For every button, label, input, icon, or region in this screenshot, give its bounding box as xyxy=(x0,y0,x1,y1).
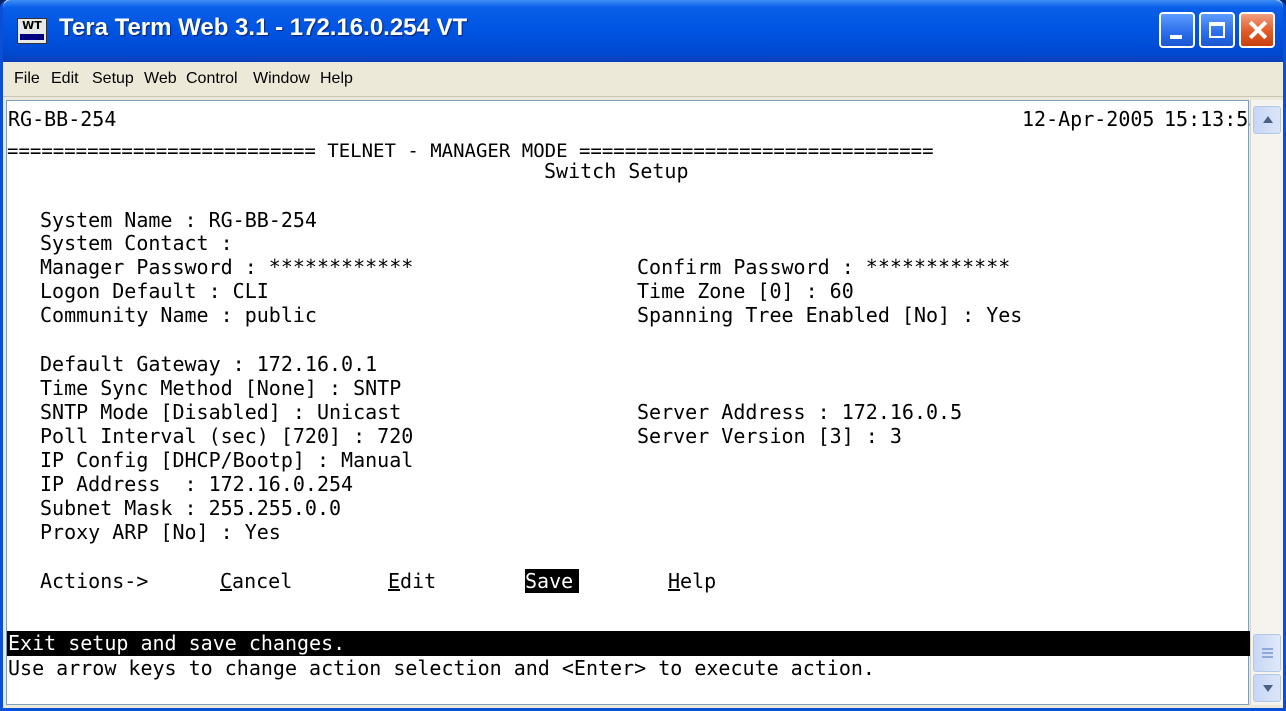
field-proxy-arp[interactable]: Proxy ARP [No] : Yes xyxy=(40,520,281,544)
minimize-button[interactable] xyxy=(1159,12,1195,48)
title-bar[interactable]: WT Tera Term Web 3.1 - 172.16.0.254 VT xyxy=(3,0,1283,62)
menu-control[interactable]: Control xyxy=(186,70,238,88)
field-poll-interval[interactable]: Poll Interval (sec) [720] : 720 xyxy=(40,424,413,448)
field-default-gateway[interactable]: Default Gateway : 172.16.0.1 xyxy=(40,352,377,376)
menu-edit[interactable]: Edit xyxy=(51,70,79,88)
chevron-down-icon xyxy=(1263,685,1273,692)
host-name: RG-BB-254 xyxy=(8,107,117,131)
status-message: Exit setup and save changes. xyxy=(8,631,346,655)
field-time-sync-method[interactable]: Time Sync Method [None] : SNTP xyxy=(40,376,401,400)
field-logon-default[interactable]: Logon Default : CLI xyxy=(40,279,269,303)
field-community-name[interactable]: Community Name : public xyxy=(40,303,317,327)
status-message-bar: Exit setup and save changes. xyxy=(7,631,1250,656)
field-server-address[interactable]: Server Address : 172.16.0.5 xyxy=(637,400,962,424)
menu-setup[interactable]: Setup xyxy=(92,70,134,88)
hint-message: Use arrow keys to change action selectio… xyxy=(8,656,875,680)
field-server-version[interactable]: Server Version [3] : 3 xyxy=(637,424,902,448)
menu-bar: File Edit Setup Web Control Window Help xyxy=(3,62,1283,97)
scroll-down-button[interactable] xyxy=(1253,674,1281,702)
field-manager-password[interactable]: Manager Password : ************ xyxy=(40,255,413,279)
screen-title: Switch Setup xyxy=(544,159,689,183)
terminal-window: WT Tera Term Web 3.1 - 172.16.0.254 VT F… xyxy=(0,0,1286,711)
vertical-scrollbar[interactable] xyxy=(1250,100,1283,705)
field-subnet-mask[interactable]: Subnet Mask : 255.255.0.0 xyxy=(40,496,341,520)
actions-label: Actions-> xyxy=(40,569,149,593)
window-title: Tera Term Web 3.1 - 172.16.0.254 VT xyxy=(59,14,468,41)
field-ip-address[interactable]: IP Address : 172.16.0.254 xyxy=(40,472,353,496)
field-confirm-password[interactable]: Confirm Password : ************ xyxy=(637,255,1010,279)
field-system-contact[interactable]: System Contact : xyxy=(40,231,233,255)
field-sntp-mode[interactable]: SNTP Mode [Disabled] : Unicast xyxy=(40,400,401,424)
action-edit[interactable]: Edit xyxy=(388,569,436,593)
scroll-up-button[interactable] xyxy=(1253,106,1281,134)
date-display: 12-Apr-2005 xyxy=(1022,107,1155,131)
field-time-zone[interactable]: Time Zone [0] : 60 xyxy=(637,279,854,303)
chevron-up-icon xyxy=(1263,116,1273,123)
field-spanning-tree[interactable]: Spanning Tree Enabled [No] : Yes xyxy=(637,303,1022,327)
field-system-name[interactable]: System Name : RG-BB-254 xyxy=(40,208,317,232)
scrollbar-thumb[interactable] xyxy=(1253,634,1281,672)
menu-help[interactable]: Help xyxy=(320,70,353,88)
tera-term-app-icon[interactable]: WT xyxy=(17,18,47,44)
menu-web[interactable]: Web xyxy=(144,70,177,88)
time-display: 15:13:53 xyxy=(1164,107,1261,131)
menu-file[interactable]: File xyxy=(14,70,40,88)
field-ip-config[interactable]: IP Config [DHCP/Bootp] : Manual xyxy=(40,448,413,472)
action-cancel[interactable]: Cancel xyxy=(220,569,292,593)
action-help[interactable]: Help xyxy=(668,569,716,593)
close-button[interactable] xyxy=(1239,12,1275,48)
action-save-selected[interactable]: Save xyxy=(525,569,580,593)
terminal-screen[interactable]: RG-BB-254 12-Apr-2005 15:13:53 =========… xyxy=(6,100,1260,705)
menu-window[interactable]: Window xyxy=(253,70,310,88)
maximize-button[interactable] xyxy=(1199,12,1235,48)
